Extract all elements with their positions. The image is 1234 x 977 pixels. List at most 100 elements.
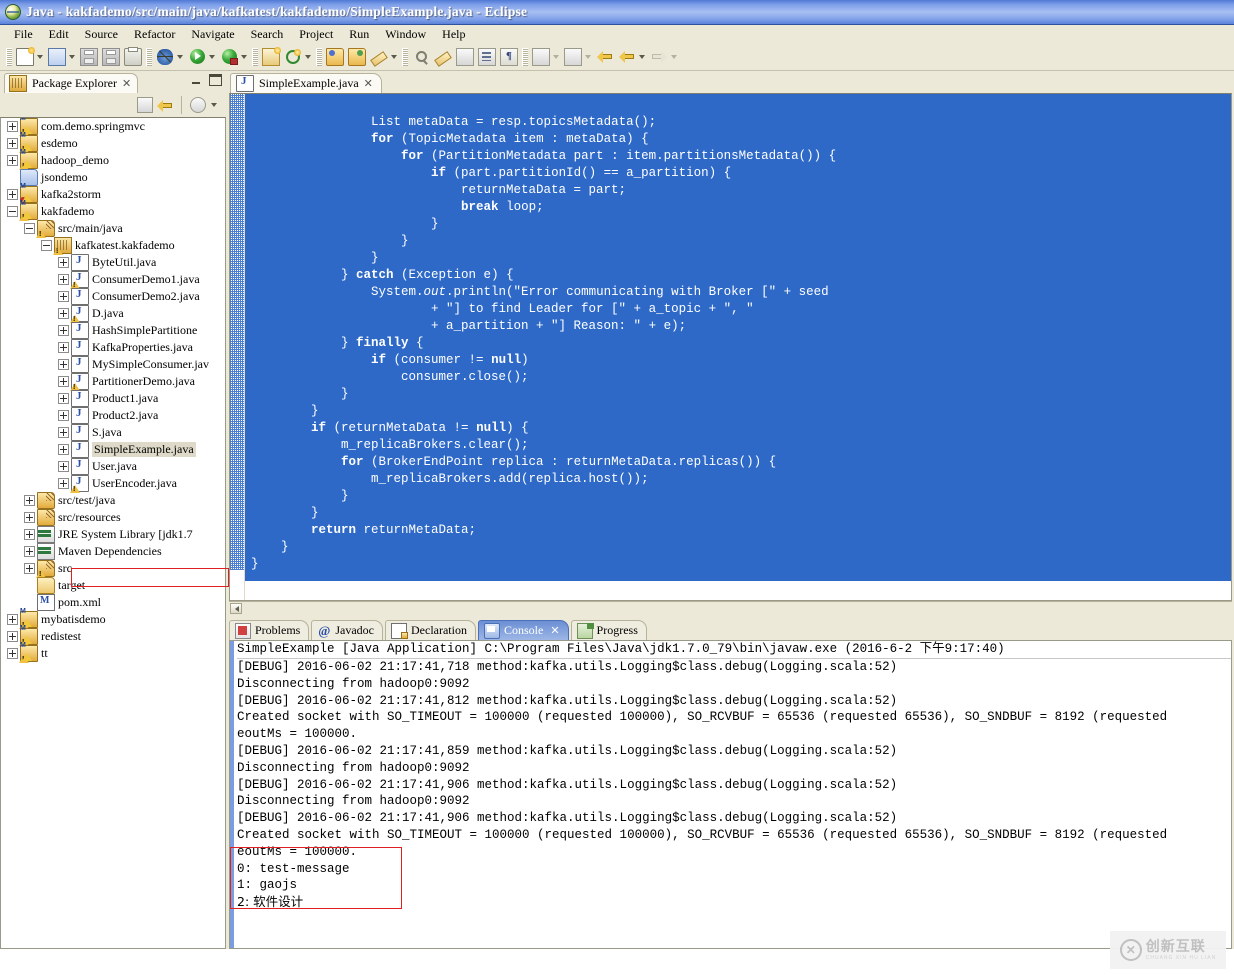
annotation-ruler[interactable]: [230, 94, 244, 600]
tree-item[interactable]: kakfademo: [1, 203, 225, 220]
bottom-panel-tabs[interactable]: Problems@JavadocDeclarationConsole✕Progr…: [229, 618, 1232, 640]
expand-icon[interactable]: [58, 325, 69, 336]
tree-item[interactable]: ConsumerDemo2.java: [1, 288, 225, 305]
expand-icon[interactable]: [58, 359, 69, 370]
tree-item[interactable]: jsondemo: [1, 169, 225, 186]
expand-icon[interactable]: [24, 495, 35, 506]
next-annotation-button[interactable]: [530, 46, 552, 68]
run-dropdown-icon[interactable]: [209, 55, 215, 59]
expand-icon[interactable]: [58, 291, 69, 302]
toolbar-grip[interactable]: [6, 48, 12, 66]
forward-dropdown-icon[interactable]: [671, 55, 677, 59]
run-config-dropdown-icon[interactable]: [241, 55, 247, 59]
tab-console[interactable]: Console✕: [478, 620, 569, 640]
maximize-icon[interactable]: [209, 74, 222, 86]
collapse-icon[interactable]: [7, 206, 18, 217]
expand-icon[interactable]: [7, 631, 18, 642]
expand-icon[interactable]: [7, 121, 18, 132]
save-button[interactable]: [78, 46, 100, 68]
minimize-icon[interactable]: [190, 74, 203, 86]
tree-item[interactable]: User.java: [1, 458, 225, 475]
expand-icon[interactable]: [58, 393, 69, 404]
menu-refactor[interactable]: Refactor: [126, 25, 183, 43]
expand-icon[interactable]: [58, 274, 69, 285]
tree-item[interactable]: Maven Dependencies: [1, 543, 225, 560]
expand-icon[interactable]: [7, 648, 18, 659]
tree-item[interactable]: Product1.java: [1, 390, 225, 407]
tree-item[interactable]: kafkatest.kakfademo: [1, 237, 225, 254]
toolbar-grip-3[interactable]: [252, 48, 258, 66]
tree-item[interactable]: com.demo.springmvc: [1, 118, 225, 135]
last-edit-button[interactable]: [368, 46, 390, 68]
debug-button[interactable]: [154, 46, 176, 68]
expand-icon[interactable]: [58, 308, 69, 319]
expand-icon[interactable]: [7, 155, 18, 166]
search-button[interactable]: [410, 46, 432, 68]
expand-icon[interactable]: [58, 257, 69, 268]
run-button[interactable]: [186, 46, 208, 68]
back-dropdown-icon[interactable]: [639, 55, 645, 59]
previous-annotation-button[interactable]: [562, 46, 584, 68]
collapse-all-icon[interactable]: [137, 97, 153, 113]
tab-simpleexample-java[interactable]: SimpleExample.java ✕: [230, 73, 382, 93]
editor-horizontal-scrollbar[interactable]: [229, 601, 1232, 616]
expand-icon[interactable]: [58, 376, 69, 387]
tree-item[interactable]: src: [1, 560, 225, 577]
tab-javadoc[interactable]: @Javadoc: [311, 620, 383, 640]
pilcrow-button[interactable]: ¶: [498, 46, 520, 68]
show-whitespace-button[interactable]: [476, 46, 498, 68]
new-from-template-button[interactable]: [46, 46, 68, 68]
forward-button[interactable]: [648, 46, 670, 68]
debug-dropdown-icon[interactable]: [177, 55, 183, 59]
collapse-icon[interactable]: [41, 240, 52, 251]
tree-item[interactable]: kafka2storm: [1, 186, 225, 203]
collapse-icon[interactable]: [24, 223, 35, 234]
tree-item[interactable]: JRE System Library [jdk1.7: [1, 526, 225, 543]
open-folder-button[interactable]: [346, 46, 368, 68]
menu-window[interactable]: Window: [377, 25, 434, 43]
tree-item[interactable]: PartitionerDemo.java: [1, 373, 225, 390]
chevron-down-icon[interactable]: [211, 103, 217, 107]
toolbar-grip-4[interactable]: [316, 48, 322, 66]
save-all-button[interactable]: [100, 46, 122, 68]
tree-item[interactable]: target: [1, 577, 225, 594]
menu-run[interactable]: Run: [341, 25, 377, 43]
console-output[interactable]: SimpleExample [Java Application] C:\Prog…: [234, 641, 1231, 948]
toolbar-grip-6[interactable]: [522, 48, 528, 66]
menu-project[interactable]: Project: [291, 25, 341, 43]
back-history-button[interactable]: [616, 46, 638, 68]
console-view[interactable]: SimpleExample [Java Application] C:\Prog…: [229, 640, 1232, 949]
tree-item[interactable]: src/resources: [1, 509, 225, 526]
tree-item[interactable]: hadoop_demo: [1, 152, 225, 169]
tree-item[interactable]: HashSimplePartitione: [1, 322, 225, 339]
tree-item[interactable]: mybatisdemo: [1, 611, 225, 628]
mark-occurrences-button[interactable]: [432, 46, 454, 68]
tree-item[interactable]: UserEncoder.java: [1, 475, 225, 492]
expand-icon[interactable]: [58, 444, 69, 455]
toolbar-grip-5[interactable]: [402, 48, 408, 66]
tab-declaration[interactable]: Declaration: [385, 620, 476, 640]
scroll-left-icon[interactable]: [230, 603, 242, 614]
expand-icon[interactable]: [24, 512, 35, 523]
tab-problems[interactable]: Problems: [229, 620, 309, 640]
link-button[interactable]: [454, 46, 476, 68]
tree-item[interactable]: SimpleExample.java: [1, 441, 225, 458]
tree-item[interactable]: ConsumerDemo1.java: [1, 271, 225, 288]
open-resource-button[interactable]: [324, 46, 346, 68]
menu-edit[interactable]: Edit: [41, 25, 77, 43]
next-annotation-dropdown-icon[interactable]: [553, 55, 559, 59]
new-wizard-button[interactable]: [14, 46, 36, 68]
run-configurations-button[interactable]: [218, 46, 240, 68]
expand-icon[interactable]: [58, 410, 69, 421]
close-icon[interactable]: ✕: [122, 77, 131, 90]
expand-icon[interactable]: [58, 461, 69, 472]
source-code[interactable]: List metaData = resp.topicsMetadata(); f…: [251, 114, 836, 573]
tree-item[interactable]: esdemo: [1, 135, 225, 152]
tree-item[interactable]: Product2.java: [1, 407, 225, 424]
tree-item[interactable]: S.java: [1, 424, 225, 441]
menu-source[interactable]: Source: [77, 25, 126, 43]
project-tree[interactable]: com.demo.springmvcesdemohadoop_demojsond…: [0, 117, 226, 949]
link-with-editor-icon[interactable]: [157, 99, 173, 112]
print-button[interactable]: [122, 46, 144, 68]
tab-progress[interactable]: Progress: [571, 620, 647, 640]
